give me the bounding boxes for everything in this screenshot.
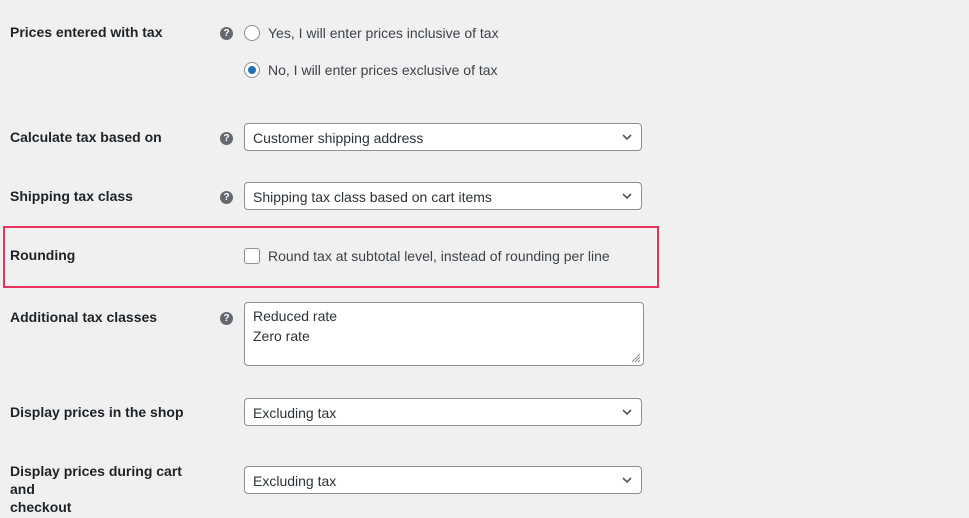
- textarea-line: Reduced rate: [253, 308, 338, 324]
- rounding-label: Rounding: [10, 247, 76, 263]
- display-prices-in-shop-select[interactable]: Excluding tax: [244, 398, 642, 426]
- radio-prices-inclusive[interactable]: [244, 25, 260, 41]
- shipping-tax-class-select[interactable]: Shipping tax class based on cart items: [244, 182, 642, 210]
- question-circle-icon[interactable]: ?: [220, 27, 233, 40]
- calculate-tax-based-on-select[interactable]: Customer shipping address: [244, 123, 642, 151]
- question-circle-icon[interactable]: ?: [220, 312, 233, 325]
- shipping-tax-class-label: Shipping tax class: [10, 188, 133, 204]
- textarea-line: Zero rate: [253, 328, 310, 344]
- calculate-tax-based-on-label: Calculate tax based on: [10, 129, 162, 145]
- resize-grip-icon[interactable]: [629, 351, 641, 363]
- select-value: Shipping tax class based on cart items: [253, 189, 492, 205]
- additional-tax-classes-textarea[interactable]: Reduced rate Zero rate: [244, 302, 644, 366]
- chevron-down-icon: [622, 409, 632, 416]
- display-prices-in-shop-label: Display prices in the shop: [10, 404, 184, 420]
- select-value: Customer shipping address: [253, 130, 424, 146]
- select-value: Excluding tax: [253, 405, 337, 421]
- display-prices-cart-checkout-select[interactable]: Excluding tax: [244, 466, 642, 494]
- question-circle-icon[interactable]: ?: [220, 191, 233, 204]
- additional-tax-classes-label: Additional tax classes: [10, 309, 158, 325]
- radio-prices-inclusive-label[interactable]: Yes, I will enter prices inclusive of ta…: [268, 24, 499, 42]
- display-prices-cart-checkout-label: Display prices during cart and checkout: [10, 462, 210, 516]
- question-circle-icon[interactable]: ?: [220, 132, 233, 145]
- chevron-down-icon: [622, 193, 632, 200]
- prices-entered-with-tax-label: Prices entered with tax: [10, 24, 163, 40]
- label-line: Display prices during cart and: [10, 463, 182, 497]
- radio-prices-exclusive-label[interactable]: No, I will enter prices exclusive of tax: [268, 61, 498, 79]
- label-line: checkout: [10, 499, 72, 515]
- chevron-down-icon: [622, 477, 632, 484]
- chevron-down-icon: [622, 134, 632, 141]
- radio-prices-exclusive[interactable]: [244, 62, 260, 78]
- select-value: Excluding tax: [253, 473, 337, 489]
- rounding-checkbox[interactable]: [244, 248, 260, 264]
- rounding-checkbox-label[interactable]: Round tax at subtotal level, instead of …: [268, 247, 610, 265]
